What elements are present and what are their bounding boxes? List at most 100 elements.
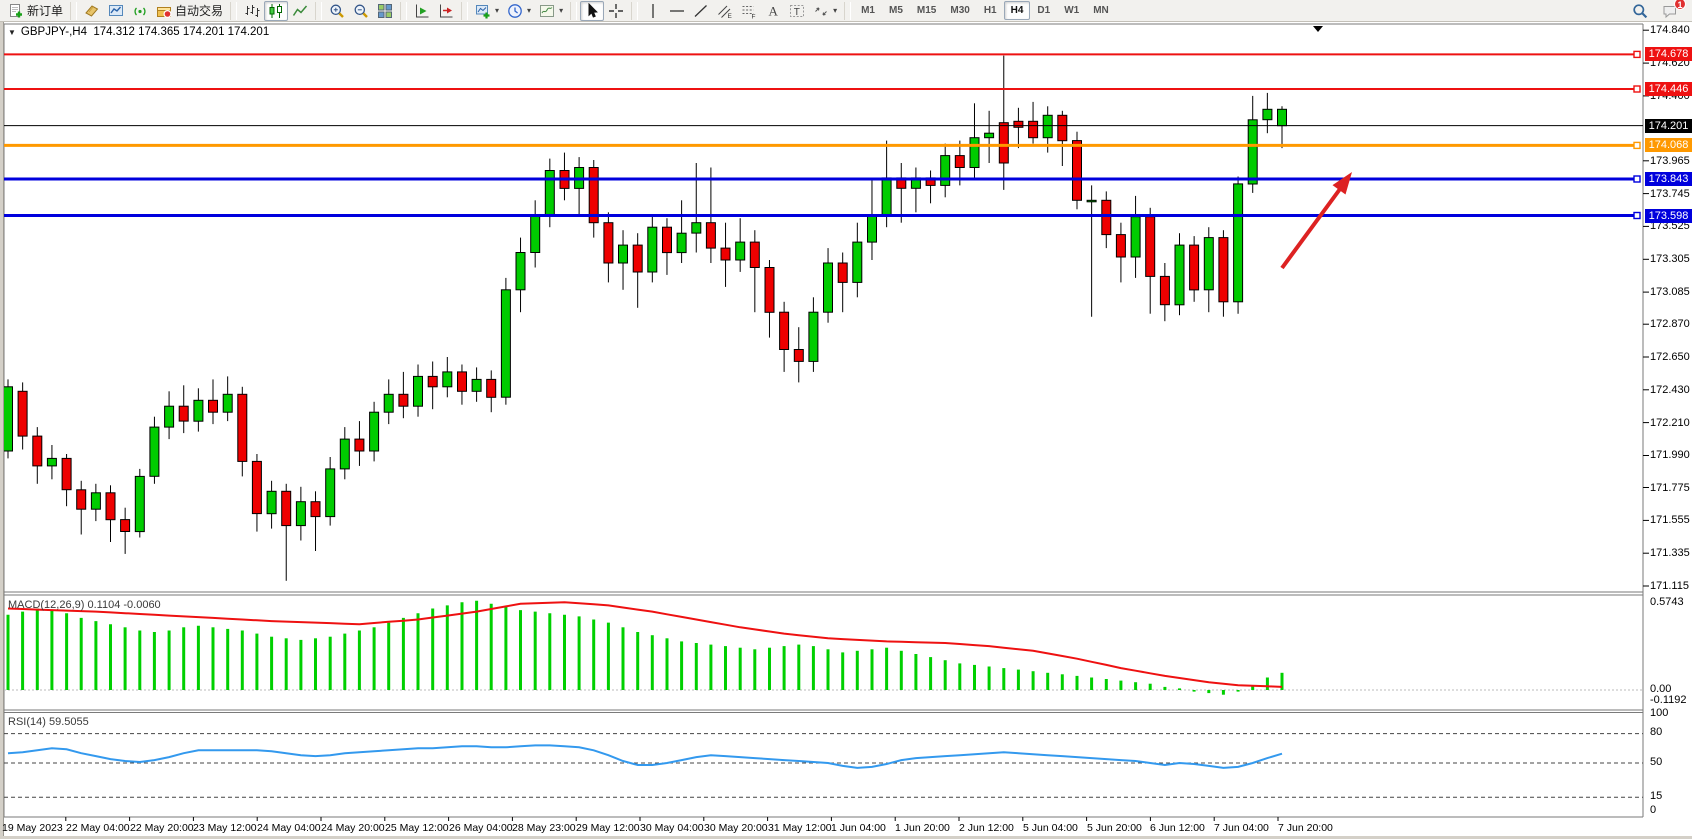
new-order-button[interactable]: 新订单 xyxy=(4,1,67,21)
chart-shift-icon xyxy=(438,3,454,19)
equidistant-channel-button[interactable]: E xyxy=(713,1,737,21)
toolbar-separator xyxy=(461,2,468,20)
auto-trading-button[interactable]: 自动交易 xyxy=(152,1,227,21)
new-chart-window-button[interactable] xyxy=(104,1,128,21)
date-axis-label: 24 May 04:00 xyxy=(257,822,321,834)
svg-text:T: T xyxy=(794,7,800,18)
macd-scale-min: -0.1192 xyxy=(1650,694,1687,706)
rsi-scale-label: 15 xyxy=(1650,790,1662,802)
arrows-button[interactable]: ▾ xyxy=(809,1,841,21)
notifications-button[interactable]: 1 xyxy=(1658,1,1682,21)
fibonacci-button[interactable]: F xyxy=(737,1,761,21)
timeframe-m1-button[interactable]: M1 xyxy=(854,1,882,20)
date-axis-label: 22 May 20:00 xyxy=(130,822,194,834)
text-button[interactable]: A xyxy=(761,1,785,21)
auto-scroll-icon xyxy=(414,3,430,19)
chart-window[interactable]: ▼GBPJPY-,H4 174.312 174.365 174.201 174.… xyxy=(0,22,1692,839)
toolbar-separator xyxy=(400,2,407,20)
horizontal-line-icon xyxy=(669,3,685,19)
zoom-out-button[interactable] xyxy=(349,1,373,21)
date-axis-label: 30 May 20:00 xyxy=(704,822,768,834)
zoom-in-button[interactable] xyxy=(325,1,349,21)
macd-indicator-values: 0.1104 -0.0060 xyxy=(87,599,160,611)
date-axis-label: 24 May 20:00 xyxy=(321,822,385,834)
horizontal-line-button[interactable] xyxy=(665,1,689,21)
tile-windows-button[interactable] xyxy=(373,1,397,21)
fibonacci-icon: F xyxy=(741,3,757,19)
auto-trading-icon xyxy=(156,3,172,19)
timeframe-m30-button[interactable]: M30 xyxy=(943,1,976,20)
price-tick-label: 173.085 xyxy=(1650,286,1690,298)
equidistant-channel-icon: E xyxy=(717,3,733,19)
vertical-line-icon xyxy=(645,3,661,19)
timeframe-m15-button[interactable]: M15 xyxy=(910,1,943,20)
chart-shift-button[interactable] xyxy=(434,1,458,21)
price-tick-label: 171.335 xyxy=(1650,547,1690,559)
toolbar-separator xyxy=(570,2,577,20)
dropdown-arrow-icon: ▾ xyxy=(559,6,563,15)
search-button[interactable] xyxy=(1628,1,1652,21)
cursor-button[interactable] xyxy=(580,1,604,21)
timeframe-m5-button[interactable]: M5 xyxy=(882,1,910,20)
timeframe-d1-button[interactable]: D1 xyxy=(1030,1,1057,20)
cursor-icon xyxy=(584,3,600,19)
date-axis-label: 1 Jun 04:00 xyxy=(831,822,886,834)
candlestick-chart-icon xyxy=(268,3,284,19)
rsi-indicator-value: 59.5055 xyxy=(49,716,89,728)
auto-scroll-button[interactable] xyxy=(410,1,434,21)
price-level-badge: 173.843 xyxy=(1645,172,1692,186)
price-tick-label: 171.115 xyxy=(1650,580,1689,592)
price-tick-label: 172.870 xyxy=(1650,318,1690,330)
vertical-line-button[interactable] xyxy=(641,1,665,21)
timeframe-h4-button[interactable]: H4 xyxy=(1004,1,1031,20)
date-axis-label: 28 May 23:00 xyxy=(512,822,576,834)
timeframe-h1-button[interactable]: H1 xyxy=(977,1,1004,20)
date-axis-label: 25 May 12:00 xyxy=(385,822,449,834)
search-icon xyxy=(1632,3,1648,19)
text-label-button[interactable]: T xyxy=(785,1,809,21)
deposit-button[interactable] xyxy=(80,1,104,21)
new-chart-icon xyxy=(475,3,491,19)
date-axis-label: 1 Jun 20:00 xyxy=(895,822,950,834)
date-axis-label: 2 Jun 12:00 xyxy=(959,822,1014,834)
periods-icon xyxy=(507,3,523,19)
bar-chart-button[interactable] xyxy=(240,1,264,21)
mt4-window: 新订单自动交易▾▾▾EFAT▾M1M5M15M30H1H4D1W1MN1 ▼GB… xyxy=(0,0,1692,839)
price-tick-label: 173.965 xyxy=(1650,155,1690,167)
rsi-pane-label: RSI(14) 59.5055 xyxy=(8,716,89,728)
signals-button[interactable] xyxy=(128,1,152,21)
price-level-badge: 174.678 xyxy=(1645,47,1692,61)
toolbar-separator xyxy=(230,2,237,20)
line-chart-button[interactable] xyxy=(288,1,312,21)
timeframe-w1-button[interactable]: W1 xyxy=(1057,1,1086,20)
zoom-in-icon xyxy=(329,3,345,19)
rsi-scale-label: 0 xyxy=(1650,804,1656,816)
date-axis-label: 29 May 12:00 xyxy=(576,822,640,834)
trendline-button[interactable] xyxy=(689,1,713,21)
trendline-icon xyxy=(693,3,709,19)
macd-indicator-name: MACD(12,26,9) xyxy=(8,599,84,611)
timeframe-mn-button[interactable]: MN xyxy=(1086,1,1116,20)
periods-button[interactable]: ▾ xyxy=(503,1,535,21)
notification-count-badge: 1 xyxy=(1674,0,1686,10)
signals-icon xyxy=(132,3,148,19)
new-chart-button[interactable]: ▾ xyxy=(471,1,503,21)
price-level-badge: 174.446 xyxy=(1645,82,1692,96)
price-tick-label: 171.990 xyxy=(1650,449,1690,461)
price-tick-label: 173.305 xyxy=(1650,253,1690,265)
toolbar-separator xyxy=(70,2,77,20)
crosshair-button[interactable] xyxy=(604,1,628,21)
arrows-icon xyxy=(813,3,829,19)
new-order-button-label: 新订单 xyxy=(27,2,63,19)
chart-canvas[interactable] xyxy=(0,22,1692,839)
chart-title: ▼GBPJPY-,H4 174.312 174.365 174.201 174.… xyxy=(8,26,269,38)
date-axis-label: 31 May 12:00 xyxy=(768,822,832,834)
rsi-scale-label: 80 xyxy=(1650,726,1662,738)
date-axis-label: 26 May 04:00 xyxy=(449,822,513,834)
templates-button[interactable]: ▾ xyxy=(535,1,567,21)
price-tick-label: 172.210 xyxy=(1650,417,1690,429)
svg-text:F: F xyxy=(752,13,756,19)
date-axis-label: 5 Jun 04:00 xyxy=(1023,822,1078,834)
candlestick-chart-button[interactable] xyxy=(264,1,288,21)
templates-icon xyxy=(539,3,555,19)
